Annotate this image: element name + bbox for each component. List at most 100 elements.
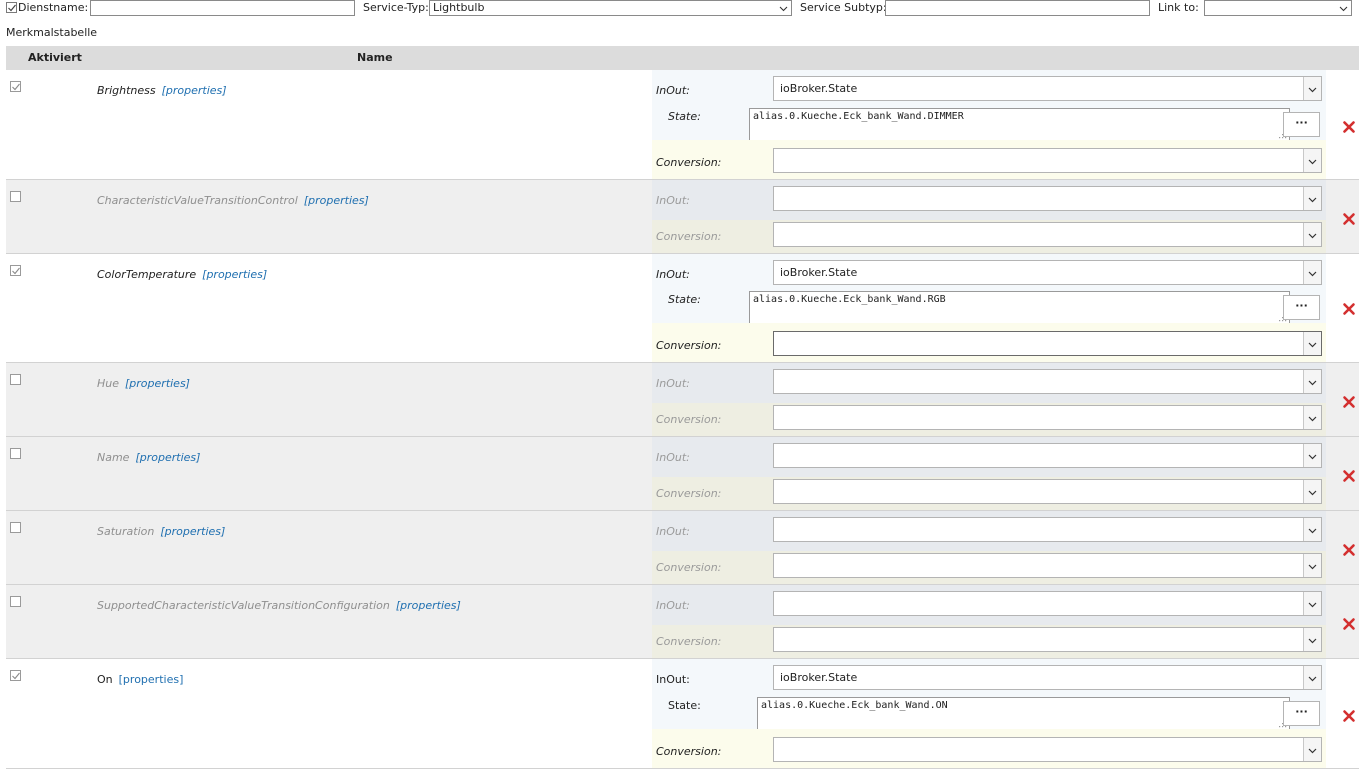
inout-label: InOut:	[656, 377, 690, 390]
link-to-select[interactable]	[1204, 0, 1352, 16]
aktiviert-checkbox[interactable]	[10, 191, 21, 202]
conversion-label: Conversion:	[656, 561, 722, 574]
conversion-section: Conversion:	[652, 625, 1326, 658]
conversion-label: Conversion:	[656, 745, 722, 758]
state-label: State:	[668, 699, 701, 712]
inout-select[interactable]	[773, 591, 1322, 616]
properties-link[interactable]: [properties]	[160, 525, 225, 538]
state-textarea[interactable]: alias.0.Kueche.Eck_bank_Wand.ON	[757, 697, 1290, 731]
aktiviert-checkbox[interactable]	[10, 81, 21, 92]
service-typ-select[interactable]: Lightbulb	[429, 0, 792, 16]
characteristic-label: Hue	[97, 377, 120, 390]
state-textarea[interactable]: alias.0.Kueche.Eck_bank_Wand.RGB	[749, 291, 1290, 325]
inout-section: InOut: ioBroker.State State: alias.0.Kueche…	[652, 70, 1326, 142]
characteristic-config: InOut: Conversion:	[652, 437, 1326, 511]
browse-state-button[interactable]: ···	[1283, 295, 1320, 320]
dienstname-input[interactable]	[90, 0, 355, 16]
dropdown-button[interactable]	[1303, 149, 1321, 172]
inout-select[interactable]: ioBroker.State	[773, 260, 1322, 285]
table-row: ColorTemperature [properties] InOut: ioBrok…	[6, 254, 1359, 363]
dienstname-checkbox[interactable]	[6, 2, 17, 13]
aktiviert-checkbox[interactable]	[10, 596, 21, 607]
dropdown-button[interactable]	[1303, 77, 1321, 100]
conversion-select[interactable]	[773, 405, 1322, 430]
dropdown-button[interactable]	[1303, 738, 1321, 761]
browse-state-button[interactable]: ···	[1283, 701, 1320, 726]
inout-value: ioBroker.State	[780, 266, 858, 279]
aktiviert-checkbox[interactable]	[10, 670, 21, 681]
dropdown-button[interactable]	[1303, 444, 1321, 467]
delete-x-icon[interactable]	[1342, 469, 1356, 483]
inout-section: InOut:	[652, 363, 1326, 403]
delete-x-icon[interactable]	[1342, 709, 1356, 723]
delete-x-icon[interactable]	[1342, 617, 1356, 631]
conversion-section: Conversion:	[652, 323, 1326, 362]
dropdown-button[interactable]	[1303, 261, 1321, 284]
dropdown-button[interactable]	[1303, 406, 1321, 429]
conversion-label: Conversion:	[656, 635, 722, 648]
properties-link[interactable]: [properties]	[202, 268, 267, 281]
column-header-name: Name	[357, 51, 393, 64]
dropdown-button[interactable]	[1303, 554, 1321, 577]
inout-select[interactable]	[773, 517, 1322, 542]
table-row: Saturation [properties] InOut: Conversion:	[6, 511, 1359, 585]
properties-link[interactable]: [properties]	[162, 84, 227, 97]
aktiviert-checkbox[interactable]	[10, 265, 21, 276]
dropdown-button[interactable]	[1303, 628, 1321, 651]
inout-select[interactable]	[773, 186, 1322, 211]
delete-x-icon[interactable]	[1342, 302, 1356, 316]
chevron-down-icon	[1308, 676, 1317, 682]
characteristic-label: On	[97, 673, 113, 686]
delete-x-icon[interactable]	[1342, 212, 1356, 226]
delete-x-icon[interactable]	[1342, 395, 1356, 409]
inout-select[interactable]	[773, 443, 1322, 468]
table-row: CharacteristicValueTransitionControl [pro…	[6, 180, 1359, 254]
conversion-select[interactable]	[773, 479, 1322, 504]
dropdown-button[interactable]	[1303, 370, 1321, 393]
delete-x-icon[interactable]	[1342, 120, 1356, 134]
chevron-down-icon	[1308, 528, 1317, 534]
aktiviert-checkbox[interactable]	[10, 374, 21, 385]
inout-label: InOut:	[656, 673, 690, 686]
conversion-select[interactable]	[773, 737, 1322, 762]
dropdown-button[interactable]	[1303, 666, 1321, 689]
conversion-select[interactable]	[773, 627, 1322, 652]
dropdown-button[interactable]	[1303, 480, 1321, 503]
table-row: Hue [properties] InOut: Conversion:	[6, 363, 1359, 437]
conversion-select[interactable]	[773, 222, 1322, 247]
characteristic-label: SupportedCharacteristicValueTransitionCo…	[97, 599, 390, 612]
properties-link[interactable]: [properties]	[119, 673, 184, 686]
service-typ-value: Lightbulb	[433, 1, 485, 14]
conversion-label: Conversion:	[656, 230, 722, 243]
dropdown-button[interactable]	[1303, 518, 1321, 541]
aktiviert-checkbox[interactable]	[10, 522, 21, 533]
conversion-section: Conversion:	[652, 551, 1326, 584]
inout-select[interactable]: ioBroker.State	[773, 665, 1322, 690]
dropdown-button[interactable]	[1303, 223, 1321, 246]
state-value: alias.0.Kueche.Eck_bank_Wand.DIMMER	[753, 111, 964, 122]
checkmark-icon	[12, 267, 20, 275]
state-textarea[interactable]: alias.0.Kueche.Eck_bank_Wand.DIMMER	[749, 108, 1290, 142]
service-header-bar: Dienstname: Service-Typ: Lightbulb Servi…	[0, 0, 1369, 18]
chevron-down-icon	[1308, 638, 1317, 644]
properties-link[interactable]: [properties]	[125, 377, 190, 390]
properties-link[interactable]: [properties]	[396, 599, 461, 612]
dropdown-button[interactable]	[1303, 187, 1321, 210]
inout-select[interactable]	[773, 369, 1322, 394]
properties-link[interactable]: [properties]	[304, 194, 369, 207]
properties-link[interactable]: [properties]	[135, 451, 200, 464]
inout-value: ioBroker.State	[780, 671, 858, 684]
inout-section: InOut:	[652, 585, 1326, 625]
dropdown-button[interactable]	[1303, 332, 1321, 355]
service-subtyp-input[interactable]	[885, 0, 1150, 16]
characteristic-name: Brightness [properties]	[97, 84, 227, 97]
delete-x-icon[interactable]	[1342, 543, 1356, 557]
conversion-select[interactable]	[773, 148, 1322, 173]
inout-select[interactable]: ioBroker.State	[773, 76, 1322, 101]
conversion-section: Conversion:	[652, 729, 1326, 768]
dropdown-button[interactable]	[1303, 592, 1321, 615]
browse-state-button[interactable]: ···	[1283, 112, 1320, 137]
conversion-select[interactable]	[773, 331, 1322, 356]
conversion-select[interactable]	[773, 553, 1322, 578]
aktiviert-checkbox[interactable]	[10, 448, 21, 459]
